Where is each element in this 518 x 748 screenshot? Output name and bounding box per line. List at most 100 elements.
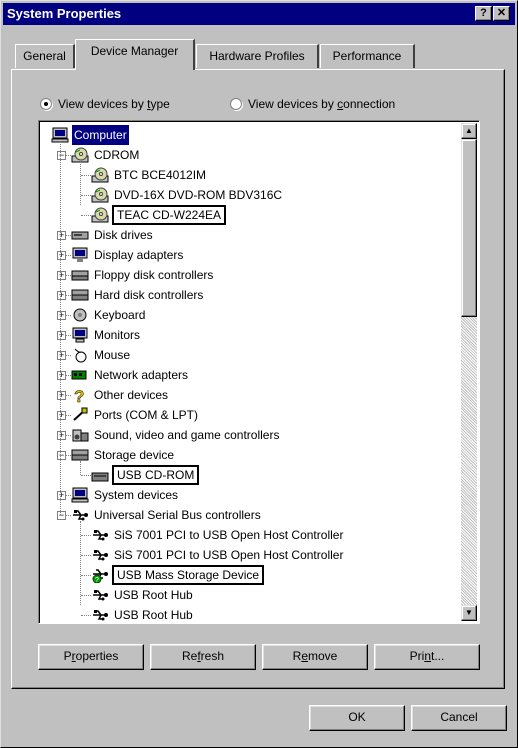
tab-hardware-profiles[interactable]: Hardware Profiles bbox=[196, 44, 319, 68]
expand-icon[interactable]: + bbox=[57, 331, 66, 340]
floppy-controller-icon bbox=[71, 267, 89, 283]
tab-device-manager[interactable]: Device Manager bbox=[75, 39, 195, 70]
button-label: P bbox=[63, 649, 72, 663]
tree-connector bbox=[66, 495, 71, 496]
button-label-accelerator: e bbox=[301, 649, 308, 663]
close-button[interactable]: ✕ bbox=[493, 6, 510, 21]
tree-connector bbox=[66, 435, 71, 436]
mouse-icon bbox=[71, 347, 89, 363]
system-properties-window: System Properties ? ✕ General Device Man… bbox=[0, 0, 518, 748]
scroll-up-button[interactable]: ▲ bbox=[461, 123, 477, 139]
scroll-thumb[interactable] bbox=[461, 139, 477, 317]
tree-item-label: DVD-16X DVD-ROM BDV316C bbox=[114, 188, 283, 202]
scroll-down-button[interactable]: ▼ bbox=[461, 605, 477, 621]
collapse-icon[interactable]: − bbox=[57, 451, 66, 460]
tree-connector bbox=[80, 461, 81, 475]
title-bar[interactable]: System Properties ? ✕ bbox=[3, 3, 515, 25]
tree-connector bbox=[81, 575, 91, 576]
expand-icon[interactable]: + bbox=[57, 231, 66, 240]
tree-item-label: Keyboard bbox=[94, 308, 146, 322]
tree-item-label: Ports (COM & LPT) bbox=[94, 408, 199, 422]
expand-icon[interactable]: + bbox=[57, 431, 66, 440]
cdrom-icon bbox=[91, 187, 109, 203]
window-title: System Properties bbox=[7, 6, 122, 21]
button-label: t... bbox=[431, 649, 445, 663]
display-adapter-icon bbox=[71, 247, 89, 263]
radio-label: View devices by bbox=[248, 97, 338, 111]
device-manager-panel: View devices by type View devices by con… bbox=[11, 69, 505, 689]
expand-icon[interactable]: + bbox=[57, 411, 66, 420]
tree-item-label: Display adapters bbox=[94, 248, 184, 262]
arrow-up-icon: ▲ bbox=[465, 126, 473, 135]
usb-icon bbox=[91, 607, 109, 623]
tree-item-label: Computer bbox=[71, 124, 130, 146]
radio-label: ype bbox=[150, 97, 170, 111]
svg-text:?: ? bbox=[95, 577, 99, 583]
button-label: Cancel bbox=[440, 710, 478, 724]
collapse-icon[interactable]: − bbox=[57, 151, 66, 160]
tree-connector bbox=[66, 355, 71, 356]
expand-icon[interactable]: + bbox=[57, 271, 66, 280]
close-icon: ✕ bbox=[496, 7, 507, 19]
cdrom-icon bbox=[91, 167, 109, 183]
view-by-connection-radio[interactable]: View devices by connection bbox=[230, 96, 395, 112]
tree-item-label: Storage device bbox=[94, 448, 175, 462]
tree-item-label: USB Root Hub bbox=[114, 608, 193, 622]
tree-item-label: BTC BCE4012IM bbox=[114, 168, 207, 182]
expand-icon[interactable]: + bbox=[57, 251, 66, 260]
tree-connector bbox=[66, 295, 71, 296]
tree-item-label: Other devices bbox=[94, 388, 169, 402]
expand-icon[interactable]: + bbox=[57, 351, 66, 360]
tree-item-label: Monitors bbox=[94, 328, 141, 342]
help-button[interactable]: ? bbox=[475, 6, 492, 21]
tree-item-label: TEAC CD-W224EA bbox=[112, 205, 227, 225]
tree-connector bbox=[66, 415, 71, 416]
tree-item-label: Network adapters bbox=[94, 368, 189, 382]
hard-disk-controller-icon bbox=[71, 287, 89, 303]
button-label: OK bbox=[348, 710, 366, 724]
arrow-down-icon: ▼ bbox=[465, 608, 473, 617]
tree-connector bbox=[81, 175, 91, 176]
help-icon: ? bbox=[480, 7, 487, 19]
tree-item-label: USB Mass Storage Device bbox=[112, 565, 265, 585]
radio-indicator bbox=[40, 98, 52, 110]
usb-icon bbox=[91, 547, 109, 563]
expand-icon[interactable]: + bbox=[57, 291, 66, 300]
tab-performance[interactable]: Performance bbox=[320, 44, 415, 68]
properties-button[interactable]: Properties bbox=[38, 644, 144, 670]
tree-connector bbox=[81, 475, 91, 476]
disk-drive-icon bbox=[71, 227, 89, 243]
collapse-icon[interactable]: − bbox=[57, 511, 66, 520]
tab-general[interactable]: General bbox=[15, 44, 75, 68]
usb-icon bbox=[91, 527, 109, 543]
remove-button[interactable]: Remove bbox=[262, 644, 368, 670]
tree-connector bbox=[81, 555, 91, 556]
expand-icon[interactable]: + bbox=[57, 371, 66, 380]
tree-connector bbox=[66, 335, 71, 336]
device-tree[interactable]: Computer CDROM − BTC BCE4012IM DVD-16X DVD-R… bbox=[38, 120, 480, 624]
print-button[interactable]: Print... bbox=[374, 644, 480, 670]
expand-icon[interactable]: + bbox=[57, 491, 66, 500]
monitor-icon bbox=[71, 327, 89, 343]
cancel-button[interactable]: Cancel bbox=[411, 705, 507, 731]
storage-device-icon bbox=[91, 467, 109, 483]
view-by-type-radio[interactable]: View devices by type bbox=[40, 96, 170, 112]
expand-icon[interactable]: + bbox=[57, 391, 66, 400]
usb-icon bbox=[91, 587, 109, 603]
system-device-icon bbox=[71, 487, 89, 503]
tree-connector bbox=[81, 615, 91, 616]
tab-label: Device Manager bbox=[90, 44, 179, 58]
tree-connector bbox=[81, 195, 91, 196]
radio-label: View devices by bbox=[58, 97, 148, 111]
tree-item-label: System devices bbox=[94, 488, 179, 502]
ok-button[interactable]: OK bbox=[309, 705, 405, 731]
tree-connector bbox=[81, 595, 91, 596]
tree-connector bbox=[81, 535, 91, 536]
refresh-button[interactable]: Refresh bbox=[150, 644, 256, 670]
expand-icon[interactable]: + bbox=[57, 311, 66, 320]
tree-connector bbox=[66, 455, 71, 456]
button-label: operties bbox=[75, 649, 119, 663]
tab-label: General bbox=[23, 49, 66, 63]
vertical-scrollbar[interactable]: ▲ ▼ bbox=[461, 123, 477, 621]
sound-icon bbox=[71, 427, 89, 443]
